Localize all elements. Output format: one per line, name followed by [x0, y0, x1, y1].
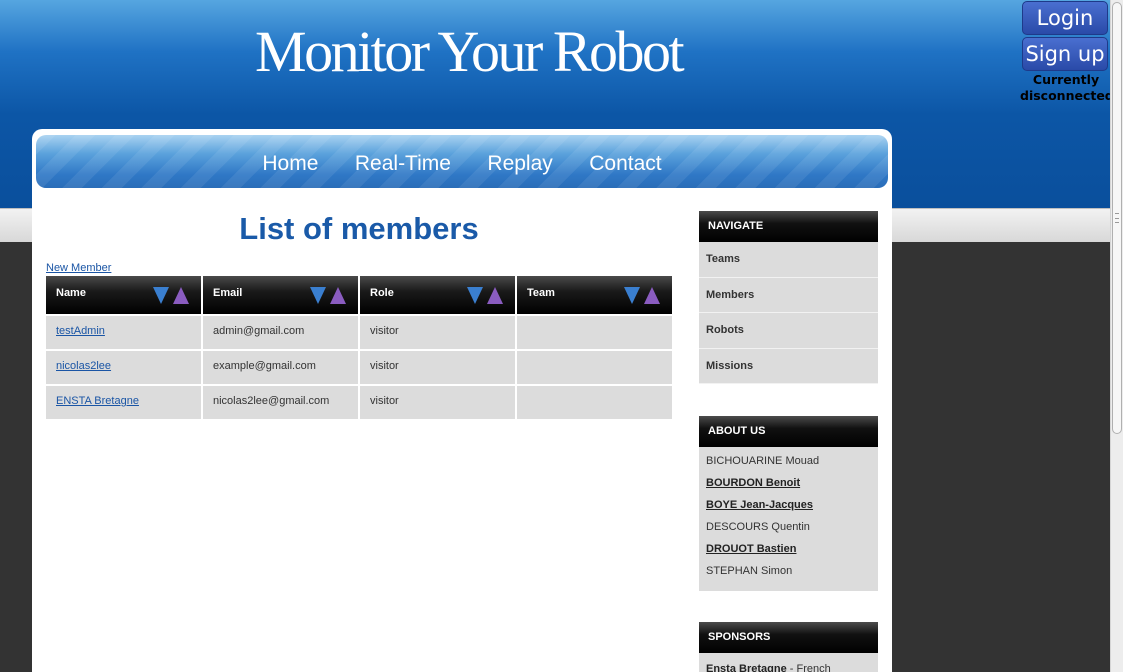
cell-team: [517, 386, 672, 419]
about-list: BICHOUARINE Mouad BOURDON Benoit BOYE Je…: [699, 447, 878, 591]
login-button[interactable]: Login: [1022, 1, 1108, 35]
scrollbar-thumb[interactable]: [1112, 2, 1122, 434]
sort-ascending-icon[interactable]: [644, 287, 660, 304]
main-nav: Home Real-Time Replay Contact: [36, 135, 888, 188]
page-scrollbar[interactable]: [1110, 0, 1123, 672]
sort-controls: [467, 287, 505, 305]
cell-team: [517, 351, 672, 384]
column-header-label: Team: [527, 287, 555, 299]
about-person-link[interactable]: BOYE Jean-Jacques: [706, 499, 878, 521]
sort-descending-icon[interactable]: [153, 287, 169, 304]
sidebar-item-missions[interactable]: Missions: [699, 348, 878, 384]
cell-name: ENSTA Bretagne: [46, 386, 201, 419]
table-row: nicolas2lee example@gmail.com visitor: [46, 349, 672, 384]
page-title: List of members: [239, 211, 479, 246]
about-person: STEPHAN Simon: [706, 565, 793, 577]
column-header-email: Email: [203, 276, 358, 314]
about-person: DESCOURS Quentin: [706, 521, 810, 533]
sort-ascending-icon[interactable]: [173, 287, 189, 304]
sort-descending-icon[interactable]: [467, 287, 483, 304]
cell-email: nicolas2lee@gmail.com: [203, 386, 358, 419]
sponsor-entry: Ensta Bretagne - French: [699, 653, 878, 672]
cell-role: visitor: [360, 316, 515, 349]
sidebar-sponsors: SPONSORS Ensta Bretagne - French: [699, 622, 878, 672]
about-person: BICHOUARINE Mouad: [706, 455, 820, 467]
column-header-label: Role: [370, 287, 394, 299]
cell-role: visitor: [360, 351, 515, 384]
sidebar-item-teams[interactable]: Teams: [699, 242, 878, 278]
signup-button[interactable]: Sign up: [1022, 37, 1108, 71]
table-header-row: Name Email Role Team: [46, 276, 672, 314]
sort-descending-icon[interactable]: [310, 287, 326, 304]
cell-email: admin@gmail.com: [203, 316, 358, 349]
sidebar-navigate: NAVIGATE Teams Members Robots Missions: [699, 211, 878, 384]
sidebar-item-robots[interactable]: Robots: [699, 313, 878, 349]
cell-team: [517, 316, 672, 349]
sidebar-about: ABOUT US BICHOUARINE Mouad BOURDON Benoi…: [699, 416, 878, 591]
sort-controls: [153, 287, 191, 305]
grip-icon: [1115, 213, 1119, 223]
column-header-label: Email: [213, 287, 243, 299]
sidebar-navigate-title: NAVIGATE: [699, 211, 878, 242]
sidebar-item-members[interactable]: Members: [699, 277, 878, 313]
table-row: ENSTA Bretagne nicolas2lee@gmail.com vis…: [46, 384, 672, 419]
about-person-link[interactable]: BOURDON Benoit: [706, 477, 878, 499]
sponsor-name: Ensta Bretagne: [706, 663, 787, 672]
column-header-name: Name: [46, 276, 201, 314]
sort-ascending-icon[interactable]: [330, 287, 346, 304]
new-member-link[interactable]: New Member: [46, 262, 111, 274]
connection-status: Currently disconnected: [1020, 72, 1114, 103]
site-title: Monitor Your Robot: [255, 19, 685, 84]
nav-replay[interactable]: Replay: [487, 152, 552, 175]
nav-home[interactable]: Home: [262, 152, 318, 175]
sidebar-sponsors-title: SPONSORS: [699, 622, 878, 653]
nav-contact[interactable]: Contact: [589, 152, 661, 175]
cell-name: nicolas2lee: [46, 351, 201, 384]
sort-ascending-icon[interactable]: [487, 287, 503, 304]
cell-email: example@gmail.com: [203, 351, 358, 384]
sidebar-about-title: ABOUT US: [699, 416, 878, 447]
column-header-label: Name: [56, 287, 86, 299]
cell-name: testAdmin: [46, 316, 201, 349]
sort-controls: [624, 287, 662, 305]
cell-role: visitor: [360, 386, 515, 419]
column-header-team: Team: [517, 276, 672, 314]
sort-controls: [310, 287, 348, 305]
column-header-role: Role: [360, 276, 515, 314]
sponsor-description: - French: [786, 663, 831, 672]
member-link[interactable]: ENSTA Bretagne: [56, 395, 139, 407]
about-person-link[interactable]: DROUOT Bastien: [706, 543, 878, 565]
table-row: testAdmin admin@gmail.com visitor: [46, 314, 672, 349]
member-link[interactable]: nicolas2lee: [56, 360, 111, 372]
nav-real-time[interactable]: Real-Time: [355, 152, 451, 175]
member-link[interactable]: testAdmin: [56, 325, 105, 337]
members-table: Name Email Role Team testAdmin admin@gma…: [46, 276, 672, 419]
sort-descending-icon[interactable]: [624, 287, 640, 304]
